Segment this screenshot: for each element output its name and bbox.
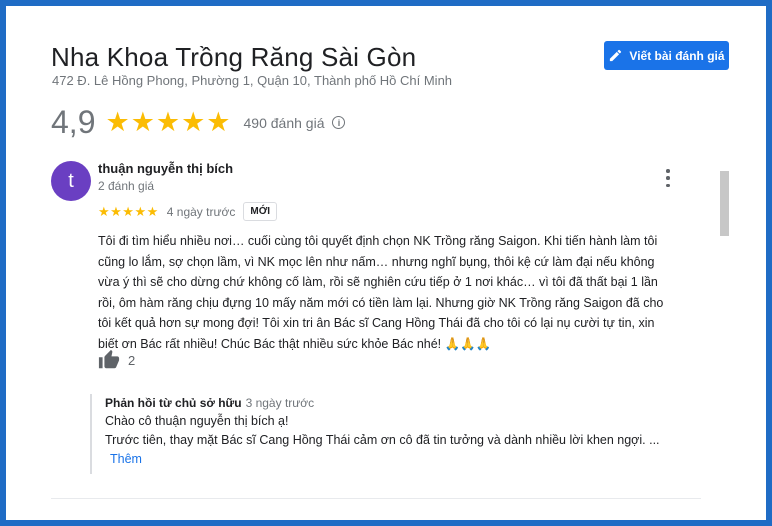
review-line: Tôi đi tìm hiểu nhiều nơi… cuối cùng tôi… [98,234,658,248]
more-link[interactable]: Thêm [110,450,680,469]
rating-summary: 4,9 ★★★★★ 490 đánh giá i [51,104,346,141]
avatar[interactable]: t [51,161,91,201]
owner-reply-header: Phản hồi từ chủ sở hữu 3 ngày trước [105,394,680,412]
reviews-panel: Nha Khoa Trồng Răng Sài Gòn 472 Đ. Lê Hồ… [6,6,766,520]
review-time: 4 ngày trước [166,204,236,219]
owner-reply: Phản hồi từ chủ sở hữu 3 ngày trước Chào … [90,394,680,474]
owner-reply-line: Trước tiên, thay mặt Bác sĩ Cang Hồng Th… [105,433,660,447]
review-line: rồi, ôm hàm răng chịu đựng 10 mấy năm mớ… [98,295,664,310]
business-address: 472 Đ. Lê Hồng Phong, Phường 1, Quận 10,… [52,73,453,88]
owner-reply-time: 3 ngày trước [245,396,315,410]
rating-value: 4,9 [51,104,96,140]
info-icon[interactable]: i [332,116,346,129]
scrollbar-thumb[interactable] [720,171,729,236]
more-vert-icon[interactable] [664,169,672,187]
edit-pencil-icon [610,49,622,62]
review-line: tôi kết quả hơn sự mong đợi! Tôi xin tri… [98,316,655,330]
owner-reply-label: Phản hồi từ chủ sở hữu [105,396,242,410]
write-review-label: Viết bài đánh giá [629,48,725,63]
review-text: Tôi đi tìm hiểu nhiều nơi… cuối cùng tôi… [98,231,698,354]
like-row: 2 [98,349,135,371]
reviewer-review-count: 2 đánh giá [98,179,155,193]
review-line: cũng lo lắm, sợ chọn lầm, vì NK mọc lên … [98,254,655,269]
rating-stars-icon: ★★★★★ [105,107,232,137]
owner-reply-line: Chào cô thuận nguyễn thị bích ạ! [105,414,289,428]
review-count[interactable]: 490 đánh giá [244,115,325,131]
review-line: biết ơn Bác rất nhiều! Chúc Bác thật nhi… [98,336,492,351]
write-review-button[interactable]: Viết bài đánh giá [604,41,729,70]
reviewer-name[interactable]: thuận nguyễn thị bích [98,161,233,176]
new-badge: MỚI [243,202,278,221]
like-count: 2 [128,352,136,368]
divider [51,498,701,499]
review-rating-row: ★★★★★ 4 ngày trước MỚI [98,202,278,221]
thumb-up-icon[interactable] [98,349,120,371]
review-stars-icon: ★★★★★ [98,203,159,219]
review-line: vừa ý thì sẽ cho dừng chứ không cố làm, … [98,275,658,289]
business-name: Nha Khoa Trồng Răng Sài Gòn [51,42,417,72]
